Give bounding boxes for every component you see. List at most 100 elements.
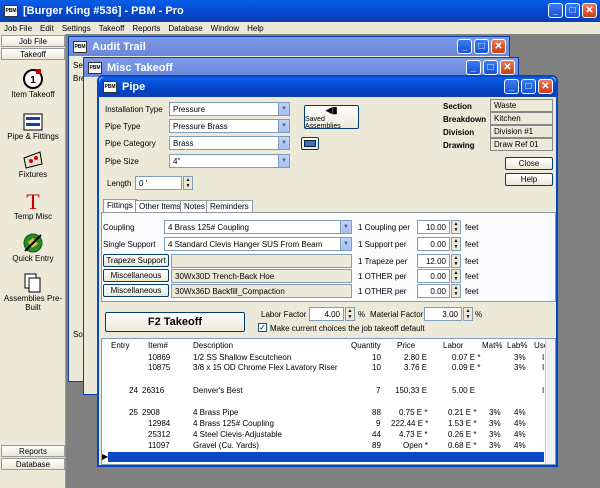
menu-database[interactable]: Database [164,24,206,33]
installation-type-select[interactable]: Pressure ▼ [169,102,290,116]
table-scrollbar[interactable] [545,339,555,464]
table-row[interactable]: 25 2908 4 Brass Pipe 88 0.75 E * 0.21 E * 3%… [102,408,555,419]
length-input[interactable]: 0 ' [135,176,182,190]
sidebar-database[interactable]: Database [1,458,65,470]
sidebar-assemblies[interactable]: Assemblies Pre-Built [0,272,66,312]
pipe-type-label: Pipe Type [105,122,141,131]
maximize-button[interactable]: □ [483,60,498,75]
pipe-titlebar[interactable]: PBM Pipe _ □ ✕ [99,77,556,97]
selected-row[interactable] [108,452,544,462]
minimize-button[interactable]: _ [457,39,472,54]
table-row[interactable]: 10875 3/8 x 15 OD Chrome Flex Lavatory Ri… [102,363,555,374]
table-row[interactable]: 12984 4 Brass 125# Coupling 9 222.44 E * 1… [102,419,555,430]
menu-help[interactable]: Help [243,24,267,33]
sidebar-item-label: Pipe & Fittings [7,132,59,141]
chevron-down-icon[interactable]: ▼ [340,221,351,233]
sidebar-quick-entry[interactable]: Quick Entry [0,232,66,263]
single-support-select[interactable]: 4 Standard Clevis Hanger SUS From Beam ▼ [164,237,352,251]
misc-takeoff-title: Misc Takeoff [107,61,173,74]
close-button[interactable]: ✕ [500,60,515,75]
miscellaneous-button[interactable]: Miscellaneous [103,269,169,282]
header-price: Price [397,341,416,350]
sidebar-temp-misc[interactable]: T Temp Misc [0,190,66,221]
header-lab-pct: Lab% [507,341,528,350]
trapeze-support-button[interactable]: Trapeze Support [103,254,169,267]
sidebar-job-file[interactable]: Job File [1,35,65,47]
chevron-down-icon[interactable]: ▼ [340,238,351,250]
tab-reminders[interactable]: Reminders [206,200,253,212]
minimize-button[interactable]: _ [466,60,481,75]
menu-bar: Job File Edit Settings Takeoff Reports D… [0,22,600,34]
trapeze-stepper[interactable]: ▲ ▼ [451,254,461,268]
pipe-title: Pipe [122,81,146,93]
sidebar-fixtures[interactable]: Fixtures [0,150,66,179]
unit-label: feet [465,287,479,296]
close-dialog-button[interactable]: Close [505,157,553,170]
support-stepper[interactable]: ▲ ▼ [451,237,461,251]
menu-takeoff[interactable]: Takeoff [95,24,129,33]
calculator-button[interactable] [301,137,319,150]
chevron-down-icon[interactable]: ▼ [278,137,289,149]
chevron-down-icon[interactable]: ▼ [278,103,289,115]
header-item: Item# [148,341,169,350]
sidebar-item-takeoff[interactable]: 1 Item Takeoff [0,68,66,99]
other-per-input-2[interactable]: 0.00 [417,284,450,298]
sidebar-reports[interactable]: Reports [1,445,65,457]
help-button[interactable]: Help [505,173,553,186]
pipe-category-select[interactable]: Brass ▼ [169,136,290,150]
labor-factor-stepper[interactable]: ▲ ▼ [345,307,355,321]
saved-assemblies-button[interactable]: ◀▮ Saved Assemblies [304,105,359,130]
tab-notes[interactable]: Notes [180,200,209,212]
support-per-input[interactable]: 0.00 [417,237,450,251]
menu-settings[interactable]: Settings [58,24,95,33]
table-row[interactable]: 11097 Gravel (Cu. Yards) 89 Open * 0.68 E … [102,441,555,452]
trapeze-per-input[interactable]: 12.00 [417,254,450,268]
quick-entry-icon [23,233,43,253]
labor-factor-input[interactable]: 4.00 [309,307,344,321]
assemblies-icon [24,273,41,293]
sidebar-takeoff[interactable]: Takeoff [1,48,65,60]
pipe-size-select[interactable]: 4" ▼ [169,154,290,168]
pipe-category-label: Pipe Category [105,139,156,148]
drawing-value: Draw Ref 01 [490,138,553,151]
other-stepper-1[interactable]: ▲ ▼ [451,269,461,283]
menu-window[interactable]: Window [207,24,243,33]
default-checkbox[interactable]: ✓ [258,323,267,332]
close-button[interactable]: ✕ [582,3,597,18]
audit-trail-titlebar[interactable]: PBM Audit Trail _ □ ✕ [69,37,509,56]
item-takeoff-icon: 1 [23,69,43,89]
tab-fittings[interactable]: Fittings [103,199,137,212]
material-factor-stepper[interactable]: ▲ ▼ [463,307,473,321]
close-button[interactable]: ✕ [538,79,553,94]
tab-other-items[interactable]: Other Items [135,200,185,212]
pipe-window[interactable]: PBM Pipe _ □ ✕ Installation Type Pressur… [97,75,558,467]
sidebar-item-label: Fixtures [18,170,48,179]
table-row[interactable]: 25312 4 Steel Clevis-Adjustable 44 4.73 E … [102,430,555,441]
maximize-button[interactable]: □ [474,39,489,54]
miscellaneous-button[interactable]: Miscellaneous [103,284,169,297]
minimize-button[interactable]: _ [504,79,519,94]
coupling-stepper[interactable]: ▲ ▼ [451,220,461,234]
material-factor-input[interactable]: 3.00 [424,307,462,321]
menu-reports[interactable]: Reports [128,24,164,33]
chevron-down-icon[interactable]: ▼ [278,155,289,167]
maximize-button[interactable]: □ [521,79,536,94]
coupling-per-input[interactable]: 10.00 [417,220,450,234]
sidebar-item-label: Temp Misc [13,212,53,221]
f2-takeoff-button[interactable]: F2 Takeoff [105,312,245,332]
minimize-button[interactable]: _ [548,3,563,18]
maximize-button[interactable]: □ [565,3,580,18]
menu-job-file[interactable]: Job File [0,24,36,33]
coupling-select[interactable]: 4 Brass 125# Coupling ▼ [164,220,352,234]
other-per-input-1[interactable]: 0.00 [417,269,450,283]
header-mat-pct: Mat% [482,341,503,350]
menu-edit[interactable]: Edit [36,24,58,33]
table-row[interactable]: 24 26316 Denver's Best 7 150.33 E 5.00 EI [102,386,555,397]
other-per-label: 1 OTHER per [358,272,407,281]
sidebar-pipe-fittings[interactable]: Pipe & Fittings [0,112,66,141]
pipe-type-select[interactable]: Pressure Brass ▼ [169,119,290,133]
chevron-down-icon[interactable]: ▼ [278,120,289,132]
close-button[interactable]: ✕ [491,39,506,54]
other-stepper-2[interactable]: ▲ ▼ [451,284,461,298]
length-stepper[interactable]: ▲ ▼ [183,176,193,190]
